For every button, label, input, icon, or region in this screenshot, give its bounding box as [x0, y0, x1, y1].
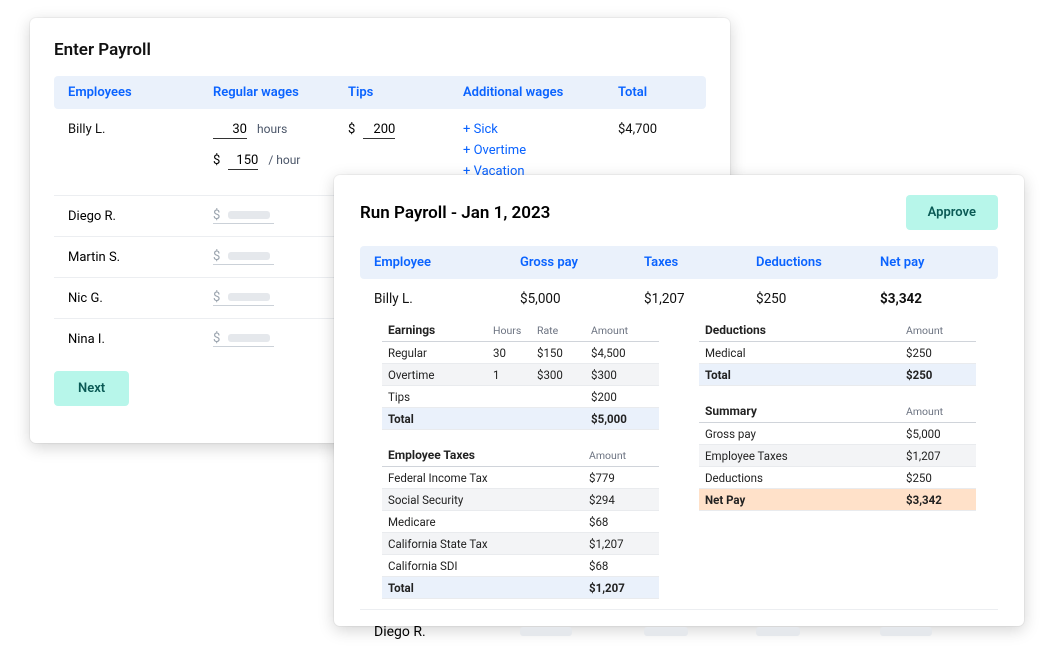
detail-left-column: Earnings Hours Rate Amount Regular30$150… [382, 319, 659, 599]
summary-row-diego[interactable]: Diego R. [360, 609, 998, 650]
enter-table-header: Employees Regular wages Tips Additional … [54, 76, 706, 109]
dollar-sign: $ [213, 153, 220, 168]
earnings-title: Earnings [388, 323, 493, 337]
taxes-head-amount: Amount [589, 449, 653, 462]
summary-row-netpay: Net Pay$3,342 [699, 489, 976, 511]
wage-input-placeholder[interactable]: $ [213, 208, 274, 224]
summary-title: Summary [705, 404, 906, 418]
additional-wages-cell: + Sick + Overtime + Vacation [463, 122, 618, 179]
header-net-pay: Net pay [880, 255, 984, 270]
row-total: $4,700 [618, 122, 692, 137]
header-employee: Employee [374, 255, 520, 270]
header-deductions: Deductions [756, 255, 880, 270]
run-table-header: Employee Gross pay Taxes Deductions Net … [360, 246, 998, 279]
enter-payroll-title: Enter Payroll [54, 40, 706, 60]
header-tips: Tips [348, 85, 463, 100]
summary-section: Summary Amount Gross pay$5,000 Employee … [699, 400, 976, 511]
earnings-row-overtime: Overtime1$300$300 [382, 364, 659, 386]
net-pay-value: $3,342 [880, 291, 984, 307]
dollar-sign: $ [348, 122, 355, 137]
deduction-row-total: Total$250 [699, 364, 976, 386]
tips-input[interactable]: 200 [363, 122, 395, 139]
employee-name: Martin S. [68, 250, 213, 265]
taxes-title: Employee Taxes [388, 448, 589, 462]
earnings-row-regular: Regular30$150$4,500 [382, 342, 659, 364]
employee-name: Billy L. [68, 122, 213, 137]
rate-input[interactable]: 150 [228, 153, 258, 170]
rate-unit: / hour [268, 153, 300, 167]
tips-cell: $ 200 [348, 122, 463, 139]
earnings-section: Earnings Hours Rate Amount Regular30$150… [382, 319, 659, 430]
hours-unit: hours [257, 122, 287, 136]
summary-head-amount: Amount [906, 405, 970, 418]
regular-wages-cell: 30 hours $ 150 / hour [213, 122, 348, 170]
header-additional-wages: Additional wages [463, 85, 618, 100]
deduction-row-medical: Medical$250 [699, 342, 976, 364]
earnings-head-hours: Hours [493, 324, 537, 337]
summary-row-gross: Gross pay$5,000 [699, 423, 976, 445]
deductions-head-amount: Amount [906, 324, 970, 337]
employee-name: Diego R. [374, 624, 520, 640]
wage-input-placeholder[interactable]: $ [213, 290, 274, 306]
header-taxes: Taxes [644, 255, 756, 270]
payroll-detail-panel: Earnings Hours Rate Amount Regular30$150… [360, 319, 998, 605]
deductions-value: $250 [756, 291, 880, 307]
header-total: Total [618, 85, 692, 100]
run-payroll-card: Run Payroll - Jan 1, 2023 Approve Employ… [334, 175, 1024, 626]
deductions-title: Deductions [705, 323, 906, 337]
employee-name: Diego R. [68, 209, 213, 224]
employee-name: Nic G. [68, 291, 213, 306]
tax-row-ca-state: California State Tax$1,207 [382, 533, 659, 555]
tax-row-ss: Social Security$294 [382, 489, 659, 511]
summary-row-billy[interactable]: Billy L. $5,000 $1,207 $250 $3,342 [360, 279, 998, 319]
header-gross-pay: Gross pay [520, 255, 644, 270]
placeholder-bar [644, 627, 688, 636]
summary-row-taxes: Employee Taxes$1,207 [699, 445, 976, 467]
tax-row-federal: Federal Income Tax$779 [382, 467, 659, 489]
employee-taxes-section: Employee Taxes Amount Federal Income Tax… [382, 444, 659, 599]
earnings-row-tips: Tips$200 [382, 386, 659, 408]
tax-row-ca-sdi: California SDI$68 [382, 555, 659, 577]
employee-name: Nina I. [68, 332, 213, 347]
detail-right-column: Deductions Amount Medical$250 Total$250 … [699, 319, 976, 599]
header-employees: Employees [68, 85, 213, 100]
add-sick-link[interactable]: + Sick [463, 122, 618, 137]
add-overtime-link[interactable]: + Overtime [463, 143, 618, 158]
employee-name: Billy L. [374, 291, 520, 307]
summary-row-ded: Deductions$250 [699, 467, 976, 489]
placeholder-bar [880, 627, 932, 636]
earnings-head-rate: Rate [537, 324, 591, 337]
earnings-row-total: Total$5,000 [382, 408, 659, 430]
run-payroll-title: Run Payroll - Jan 1, 2023 [360, 203, 550, 223]
next-button[interactable]: Next [54, 371, 129, 406]
wage-input-placeholder[interactable]: $ [213, 331, 274, 347]
placeholder-bar [520, 627, 572, 636]
wage-input-placeholder[interactable]: $ [213, 249, 274, 265]
tax-row-total: Total$1,207 [382, 577, 659, 599]
tax-row-medicare: Medicare$68 [382, 511, 659, 533]
header-regular-wages: Regular wages [213, 85, 348, 100]
hours-input[interactable]: 30 [213, 122, 247, 139]
deductions-section: Deductions Amount Medical$250 Total$250 [699, 319, 976, 386]
earnings-head-amount: Amount [591, 324, 653, 337]
placeholder-bar [756, 627, 800, 636]
gross-pay-value: $5,000 [520, 291, 644, 307]
approve-button[interactable]: Approve [906, 195, 998, 230]
taxes-value: $1,207 [644, 291, 756, 307]
